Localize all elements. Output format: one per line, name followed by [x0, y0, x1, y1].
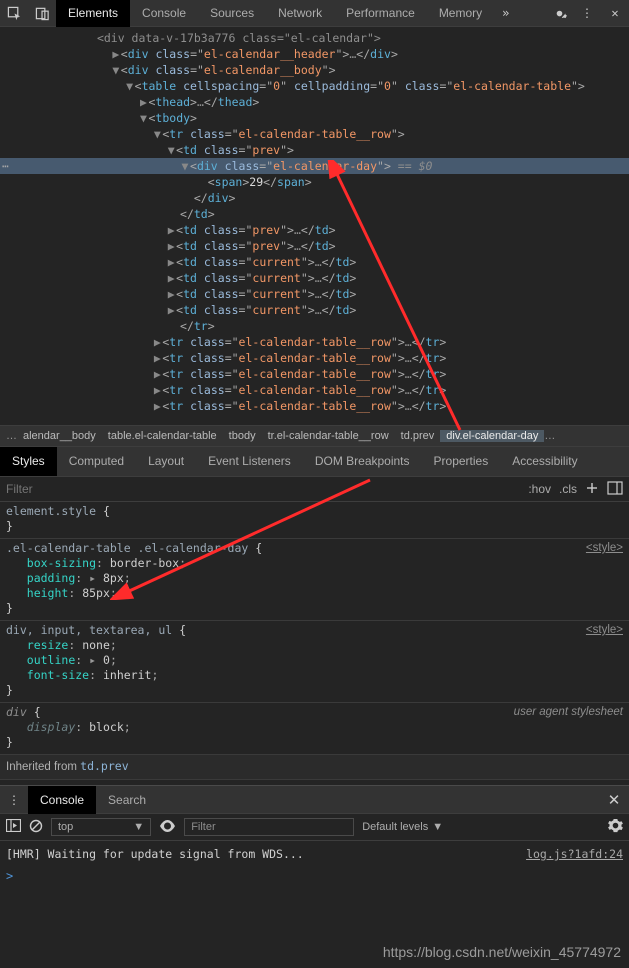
dom-node[interactable]: ▶<tr class="el-calendar-table__row">…</t… [0, 366, 629, 382]
dom-node[interactable]: ▶<td class="prev">…</td> [0, 222, 629, 238]
tab-sources[interactable]: Sources [198, 0, 266, 27]
inherited-from-header: Inherited from td.prev [0, 755, 629, 780]
dom-node[interactable]: ▶<td class="current">…</td> [0, 270, 629, 286]
subtab-event-listeners[interactable]: Event Listeners [196, 447, 303, 476]
dom-node[interactable]: </tr> [0, 318, 629, 334]
tab-elements[interactable]: Elements [56, 0, 130, 27]
styles-filter-bar: :hov .cls [0, 476, 629, 502]
tab-network[interactable]: Network [266, 0, 334, 27]
dom-node[interactable]: <span>29</span> [0, 174, 629, 190]
breadcrumb-item-active[interactable]: div.el-calendar-day [440, 430, 544, 442]
dom-node[interactable]: ▶<thead>…</thead> [0, 94, 629, 110]
clear-console-icon[interactable] [29, 819, 43, 836]
hov-toggle[interactable]: :hov [528, 482, 551, 496]
subtab-computed[interactable]: Computed [57, 447, 136, 476]
cls-toggle[interactable]: .cls [559, 482, 577, 496]
dom-node[interactable]: ▶<tr class="el-calendar-table__row">…</t… [0, 382, 629, 398]
rule-ua-label: user agent stylesheet [514, 705, 623, 720]
dom-tree[interactable]: <div data-v-17b3a776 class="el-calendar"… [0, 27, 629, 425]
tab-console[interactable]: Console [130, 0, 198, 27]
dom-node[interactable]: ▼<td class="prev"> [0, 142, 629, 158]
dom-node[interactable]: ▶<tr class="el-calendar-table__row">…</t… [0, 334, 629, 350]
console-filter-input[interactable]: Filter [184, 818, 354, 836]
breadcrumb-item[interactable]: td.prev [395, 430, 441, 442]
drawer-tabs: ⋮ Console Search ✕ [0, 785, 629, 813]
css-rule[interactable]: <style> div, input, textarea, ul { resiz… [0, 621, 629, 703]
inspect-element-icon[interactable] [0, 0, 28, 27]
dom-node[interactable]: ▶<tr class="el-calendar-table__row">…</t… [0, 398, 629, 414]
gear-icon[interactable] [545, 0, 573, 27]
console-source-link[interactable]: log.js?1afd:24 [526, 845, 623, 863]
subtab-accessibility[interactable]: Accessibility [500, 447, 589, 476]
drawer-menu-icon[interactable]: ⋮ [0, 793, 28, 807]
tab-performance[interactable]: Performance [334, 0, 427, 27]
subtab-layout[interactable]: Layout [136, 447, 196, 476]
dom-selected-node[interactable]: ⋯ ▼<div class="el-calendar-day"> == $0 [0, 158, 629, 174]
devtools-main-tabs: Elements Console Sources Network Perform… [0, 0, 629, 27]
css-rule[interactable]: <style> .el-calendar-table .el-calendar-… [0, 539, 629, 621]
breadcrumb-item[interactable]: tbody [223, 430, 262, 442]
watermark: https://blog.csdn.net/weixin_45774972 [383, 944, 621, 960]
console-context-select[interactable]: top▼ [51, 818, 151, 836]
console-output[interactable]: [HMR] Waiting for update signal from WDS… [0, 841, 629, 867]
live-expression-icon[interactable] [159, 820, 176, 835]
console-settings-icon[interactable] [608, 818, 623, 836]
dom-node[interactable]: ▶<div class="el-calendar__header">…</div… [0, 46, 629, 62]
dom-node[interactable]: </td> [0, 206, 629, 222]
rule-source-link[interactable]: <style> [586, 623, 623, 638]
dom-node[interactable]: ▼<tr class="el-calendar-table__row"> [0, 126, 629, 142]
new-style-rule-icon[interactable] [585, 481, 599, 498]
console-levels-select[interactable]: Default levels▼ [362, 821, 443, 833]
dom-node[interactable]: ▼<tbody> [0, 110, 629, 126]
drawer-tab-console[interactable]: Console [28, 786, 96, 814]
close-drawer-icon[interactable]: ✕ [599, 791, 629, 809]
dom-node[interactable]: ▶<td class="current">…</td> [0, 286, 629, 302]
device-toggle-icon[interactable] [28, 0, 56, 27]
breadcrumb-item[interactable]: table.el-calendar-table [102, 430, 223, 442]
dom-node[interactable]: ▶<td class="prev">…</td> [0, 238, 629, 254]
dom-node[interactable]: ▶<td class="current">…</td> [0, 254, 629, 270]
console-message[interactable]: [HMR] Waiting for update signal from WDS… [6, 845, 623, 863]
styles-toggle-sidebar-icon[interactable] [607, 481, 623, 498]
console-toolbar: top▼ Filter Default levels▼ [0, 813, 629, 841]
subtab-dom-breakpoints[interactable]: DOM Breakpoints [303, 447, 422, 476]
dom-node[interactable]: ▶<td class="current">…</td> [0, 302, 629, 318]
dom-node[interactable]: ▼<div class="el-calendar__body"> [0, 62, 629, 78]
drawer-tab-search[interactable]: Search [96, 786, 158, 814]
css-rule[interactable]: user agent stylesheet div { display: blo… [0, 703, 629, 755]
css-rule[interactable]: element.style { } [0, 502, 629, 539]
console-prompt[interactable]: > [0, 867, 629, 885]
subtab-styles[interactable]: Styles [0, 447, 57, 476]
dom-node[interactable]: <div data-v-17b3a776 class="el-calendar"… [0, 30, 629, 46]
breadcrumb-ellipsis[interactable]: … [544, 430, 555, 442]
styles-subtabs: Styles Computed Layout Event Listeners D… [0, 447, 629, 476]
more-tabs-chevron-icon[interactable]: » [494, 6, 517, 20]
styles-pane[interactable]: element.style { } <style> .el-calendar-t… [0, 502, 629, 785]
kebab-menu-icon[interactable]: ⋮ [573, 0, 601, 27]
dom-node[interactable]: ▶<tr class="el-calendar-table__row">…</t… [0, 350, 629, 366]
breadcrumb[interactable]: … alendar__body table.el-calendar-table … [0, 425, 629, 447]
breadcrumb-item[interactable]: alendar__body [17, 430, 102, 442]
breadcrumb-item[interactable]: tr.el-calendar-table__row [262, 430, 395, 442]
console-sidebar-toggle-icon[interactable] [6, 819, 21, 835]
styles-filter-input[interactable] [6, 482, 528, 496]
breadcrumb-ellipsis[interactable]: … [6, 430, 17, 442]
dom-node[interactable]: </div> [0, 190, 629, 206]
subtab-properties[interactable]: Properties [422, 447, 501, 476]
tab-memory[interactable]: Memory [427, 0, 494, 27]
rule-source-link[interactable]: <style> [586, 541, 623, 556]
close-devtools-icon[interactable]: ✕ [601, 0, 629, 27]
dom-node[interactable]: ▼<table cellspacing="0" cellpadding="0" … [0, 78, 629, 94]
